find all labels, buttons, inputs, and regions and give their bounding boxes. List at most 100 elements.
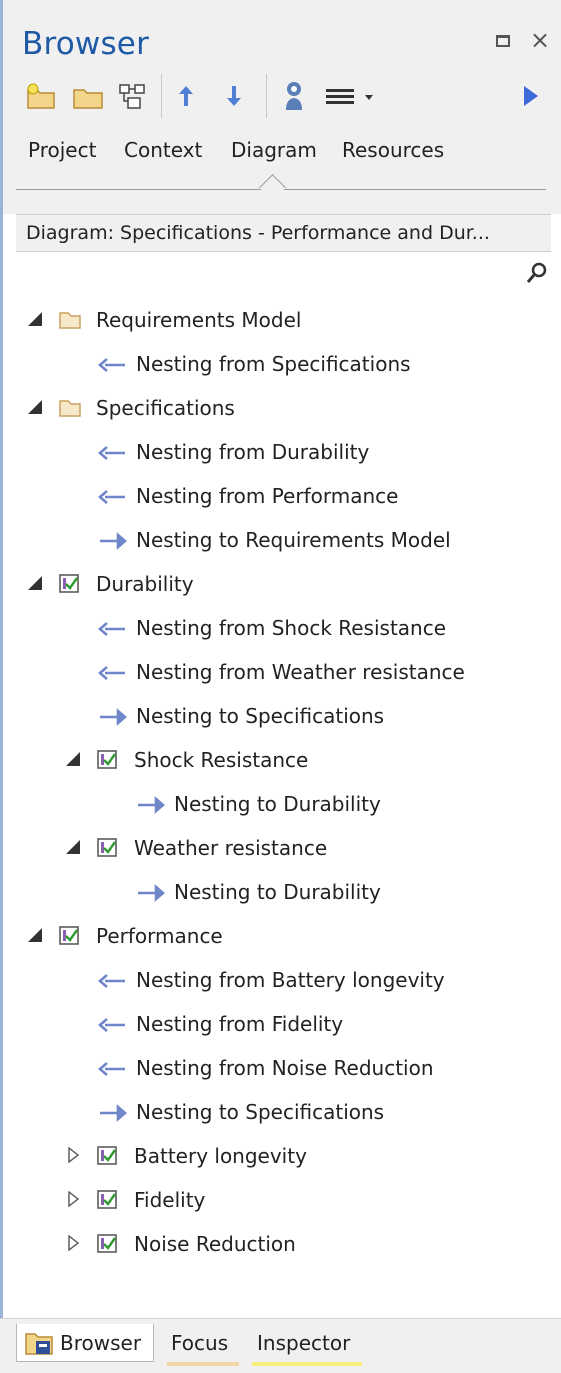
tree-nesting-from[interactable]: Nesting from Battery longevity [0,966,545,996]
move-up-icon[interactable] [176,80,196,112]
toolbar-separator [161,74,162,118]
tree-item-label: Noise Reduction [134,1232,296,1256]
requirement-icon [59,926,79,945]
bottom-tab-browser-label: Browser [60,1331,142,1355]
browser-tab-icon [25,1333,53,1355]
focus-tab-accent [167,1362,239,1366]
tree-item-label: Nesting to Specifications [136,1100,385,1124]
tree-item-label: Specifications [96,396,235,420]
tree-nesting-to[interactable]: Nesting to Requirements Model [0,526,545,556]
diagram-context-bar: Diagram: Specifications - Performance an… [16,214,551,252]
tree-nesting-from[interactable]: Nesting from Specifications [0,350,545,380]
search-icon[interactable] [526,261,548,285]
tab-resources[interactable]: Resources [342,138,444,162]
tree-item-label: Nesting to Durability [174,792,381,816]
tree-item-label: Nesting from Noise Reduction [136,1056,434,1080]
tab-diagram[interactable]: Diagram [231,138,317,162]
tree-nesting-from[interactable]: Nesting from Noise Reduction [0,1054,545,1084]
tree-item-label: Shock Resistance [134,748,309,772]
expand-icon[interactable] [68,1235,80,1251]
tree-requirement[interactable]: Weather resistance [0,834,545,864]
move-down-icon[interactable] [224,80,244,112]
expand-icon[interactable] [68,1191,80,1207]
arrow-left-icon [98,974,125,988]
arrow-left-icon [98,490,125,504]
tree-item-label: Nesting from Fidelity [136,1012,344,1036]
requirement-icon [97,750,117,769]
browser-window: Browser × Project Context Diagram Resour… [0,0,561,1373]
arrow-left-icon [98,622,125,636]
requirement-icon [97,1190,117,1209]
tree-item-label: Performance [96,924,223,948]
expand-icon[interactable] [68,1147,80,1163]
tree-item-label: Nesting from Battery longevity [136,968,445,992]
new-package-icon[interactable] [26,80,56,112]
collapse-icon[interactable] [66,752,80,766]
tree-package[interactable]: Requirements Model [0,306,545,336]
tree-item-label: Nesting to Durability [174,880,381,904]
arrow-right-icon [138,796,165,814]
tree-item-label: Nesting from Durability [136,440,370,464]
tree-item-label: Nesting from Shock Resistance [136,616,447,640]
requirement-icon [97,1146,117,1165]
requirement-icon [59,574,79,593]
arrow-right-icon [100,1104,127,1122]
tree-nesting-to[interactable]: Nesting to Durability [0,790,545,820]
arrow-left-icon [98,666,125,680]
bottom-tab-inspector[interactable]: Inspector [257,1331,350,1355]
tree-item-label: Weather resistance [134,836,328,860]
folder-icon[interactable] [72,80,104,112]
tree-item-label: Nesting to Specifications [136,704,385,728]
tree-item-label: Nesting from Specifications [136,352,411,376]
diagram-icon[interactable] [118,80,148,112]
tree-item-label: Requirements Model [96,308,302,332]
requirement-icon [97,838,117,857]
tree-requirement[interactable]: Battery longevity [0,1142,545,1172]
tree-nesting-from[interactable]: Nesting from Fidelity [0,1010,545,1040]
tree-requirement[interactable]: Fidelity [0,1186,545,1216]
collapse-icon[interactable] [28,312,42,326]
user-settings-icon[interactable] [280,80,308,112]
tree-item-label: Nesting from Performance [136,484,399,508]
requirement-icon [97,1234,117,1253]
tree-nesting-to[interactable]: Nesting to Specifications [0,1098,545,1128]
collapse-icon[interactable] [66,840,80,854]
menu-icon[interactable] [324,80,378,112]
tree-requirement[interactable]: Noise Reduction [0,1230,545,1260]
tree-package[interactable]: Specifications [0,394,545,424]
close-icon[interactable]: × [530,26,550,54]
collapse-icon[interactable] [28,928,42,942]
window-title: Browser [22,26,150,62]
arrow-right-icon [138,884,165,902]
tree-item-label: Battery longevity [134,1144,307,1168]
tree-item-label: Nesting from Weather resistance [136,660,465,684]
tree-item-label: Fidelity [134,1188,206,1212]
tree-nesting-from[interactable]: Nesting from Shock Resistance [0,614,545,644]
toolbar-separator [266,74,267,118]
tree-item-label: Durability [96,572,194,596]
tree-nesting-from[interactable]: Nesting from Durability [0,438,545,468]
tree-nesting-to[interactable]: Nesting to Specifications [0,702,545,732]
window-border [0,214,3,1372]
tree-nesting-from[interactable]: Nesting from Weather resistance [0,658,545,688]
tree-requirement[interactable]: Performance [0,922,545,952]
collapse-icon[interactable] [28,576,42,590]
tab-context[interactable]: Context [124,138,202,162]
package-icon [59,312,81,329]
collapse-icon[interactable] [28,400,42,414]
bottom-tab-focus[interactable]: Focus [171,1331,228,1355]
tree-item-label: Nesting to Requirements Model [136,528,451,552]
tree-nesting-from[interactable]: Nesting from Performance [0,482,545,512]
tree-nesting-to[interactable]: Nesting to Durability [0,878,545,908]
tree-requirement[interactable]: Shock Resistance [0,746,545,776]
tree-requirement[interactable]: Durability [0,570,545,600]
maximize-icon[interactable] [496,35,510,47]
arrow-left-icon [98,358,125,372]
arrow-right-icon [100,708,127,726]
arrow-left-icon [98,1062,125,1076]
tab-project[interactable]: Project [28,138,96,162]
arrow-left-icon [98,446,125,460]
package-icon [59,400,81,417]
play-icon[interactable] [520,80,542,112]
arrow-right-icon [100,532,127,550]
